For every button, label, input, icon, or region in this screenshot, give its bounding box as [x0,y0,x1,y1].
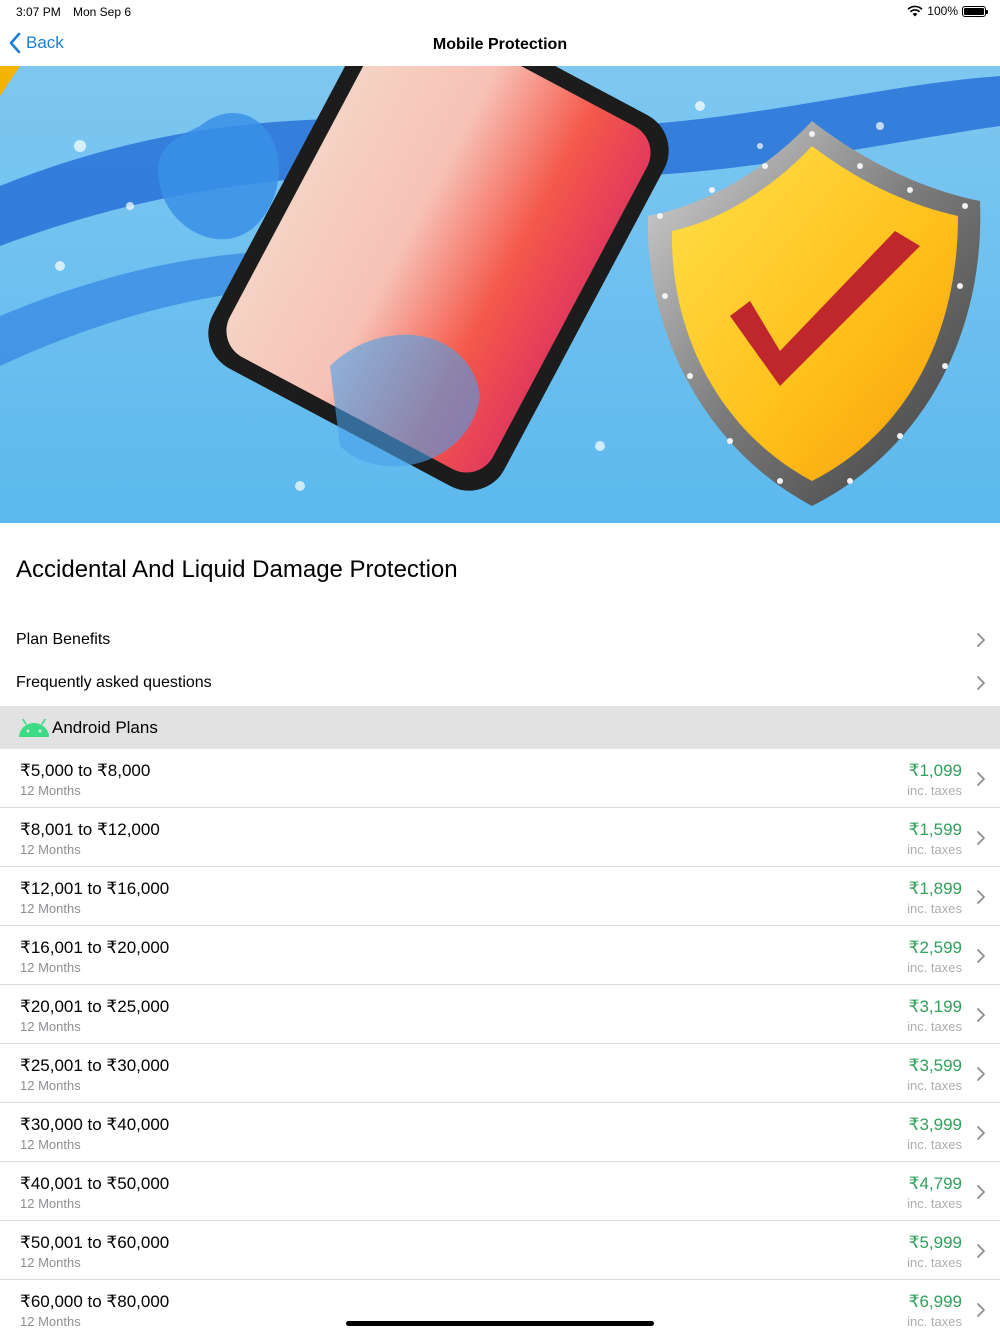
plan-price: ₹5,999 [908,1233,962,1252]
chevron-right-icon [977,1303,985,1317]
android-icon [19,718,49,737]
plan-term: 12 Months [20,960,81,975]
chevron-right-icon [977,772,985,786]
battery-percent: 100% [927,4,958,18]
plan-term: 12 Months [20,1137,81,1152]
plan-term: 12 Months [20,1196,81,1211]
hero-image [0,66,1000,523]
plan-tax-note: inc. taxes [907,1314,962,1329]
plan-tax-note: inc. taxes [907,1137,962,1152]
plan-price-range: ₹60,000 to ₹80,000 [20,1292,170,1311]
plan-term: 12 Months [20,783,81,798]
chevron-right-icon [977,1185,985,1199]
faq-link[interactable]: Frequently asked questions [0,662,1000,704]
plan-price: ₹3,999 [908,1115,962,1134]
plan-price: ₹1,099 [908,761,962,780]
plan-tax-note: inc. taxes [907,1255,962,1270]
plan-price-range: ₹40,001 to ₹50,000 [20,1174,170,1193]
plan-tax-note: inc. taxes [907,1196,962,1211]
plan-tax-note: inc. taxes [907,960,962,975]
battery-icon [962,5,988,17]
section-title: Android Plans [52,717,158,737]
chevron-right-icon [977,1126,985,1140]
chevron-right-icon [977,676,985,690]
plan-price: ₹2,599 [908,938,962,957]
plan-price: ₹3,599 [908,1056,962,1075]
home-indicator [346,1321,654,1326]
plan-tax-note: inc. taxes [907,1078,962,1093]
plan-price: ₹1,599 [908,820,962,839]
plan-price-range: ₹20,001 to ₹25,000 [20,997,170,1016]
plan-row[interactable]: ₹40,001 to ₹50,000 12 Months ₹4,799 inc. ta… [0,1162,1000,1221]
chevron-right-icon [977,633,985,647]
plan-price-range: ₹12,001 to ₹16,000 [20,879,170,898]
plan-tax-note: inc. taxes [907,901,962,916]
chevron-right-icon [977,1244,985,1258]
plan-tax-note: inc. taxes [907,1019,962,1034]
plan-term: 12 Months [20,1255,81,1270]
battery-level [964,7,984,15]
plan-price-range: ₹8,001 to ₹12,000 [20,820,160,839]
plan-term: 12 Months [20,1019,81,1034]
plan-price-range: ₹5,000 to ₹8,000 [20,761,151,780]
plan-row[interactable]: ₹50,001 to ₹60,000 12 Months ₹5,999 inc. ta… [0,1221,1000,1280]
plan-price: ₹3,199 [908,997,962,1016]
status-indicators: 100% [907,4,988,18]
plan-row[interactable]: ₹25,001 to ₹30,000 12 Months ₹3,599 inc. ta… [0,1044,1000,1103]
hero-illustration [0,66,1000,523]
plan-price: ₹6,999 [908,1292,962,1311]
page-title: Accidental And Liquid Damage Protection [16,556,458,583]
plan-benefits-link[interactable]: Plan Benefits [0,619,1000,661]
plan-term: 12 Months [20,901,81,916]
plan-term: 12 Months [20,1314,81,1329]
plan-price: ₹1,899 [908,879,962,898]
android-plans-header: Android Plans [0,706,1000,749]
nav-title: Mobile Protection [432,36,568,53]
plan-benefits-label: Plan Benefits [16,631,111,648]
plan-row[interactable]: ₹16,001 to ₹20,000 12 Months ₹2,599 inc. ta… [0,926,1000,985]
plan-row[interactable]: ₹20,001 to ₹25,000 12 Months ₹3,199 inc. ta… [0,985,1000,1044]
chevron-right-icon [977,890,985,904]
chevron-right-icon [977,1008,985,1022]
plan-tax-note: inc. taxes [907,842,962,857]
plan-price-range: ₹30,000 to ₹40,000 [20,1115,170,1134]
plan-price-range: ₹16,001 to ₹20,000 [20,938,170,957]
plan-price: ₹4,799 [908,1174,962,1193]
plan-term: 12 Months [20,842,81,857]
plan-row[interactable]: ₹30,000 to ₹40,000 12 Months ₹3,999 inc. ta… [0,1103,1000,1162]
chevron-right-icon [977,1067,985,1081]
plan-row[interactable]: ₹5,000 to ₹8,000 12 Months ₹1,099 inc. taxe… [0,749,1000,808]
wifi-icon [907,5,923,17]
plan-price-range: ₹25,001 to ₹30,000 [20,1056,170,1075]
faq-label: Frequently asked questions [16,674,212,691]
plan-tax-note: inc. taxes [907,783,962,798]
plan-term: 12 Months [20,1078,81,1093]
status-date: Mon Sep 6 [73,5,132,19]
plans-list: ₹5,000 to ₹8,000 12 Months ₹1,099 inc. taxe… [0,749,1000,1334]
plan-price-range: ₹50,001 to ₹60,000 [20,1233,170,1252]
status-time: 3:07 PM [16,5,61,19]
plan-row[interactable]: ₹8,001 to ₹12,000 12 Months ₹1,599 inc. tax… [0,808,1000,867]
nav-bar: Back Mobile Protection [0,24,1000,66]
status-bar: 3:07 PM Mon Sep 6 100% [0,0,1000,24]
plan-row[interactable]: ₹12,001 to ₹16,000 12 Months ₹1,899 inc. ta… [0,867,1000,926]
chevron-right-icon [977,949,985,963]
chevron-right-icon [977,831,985,845]
